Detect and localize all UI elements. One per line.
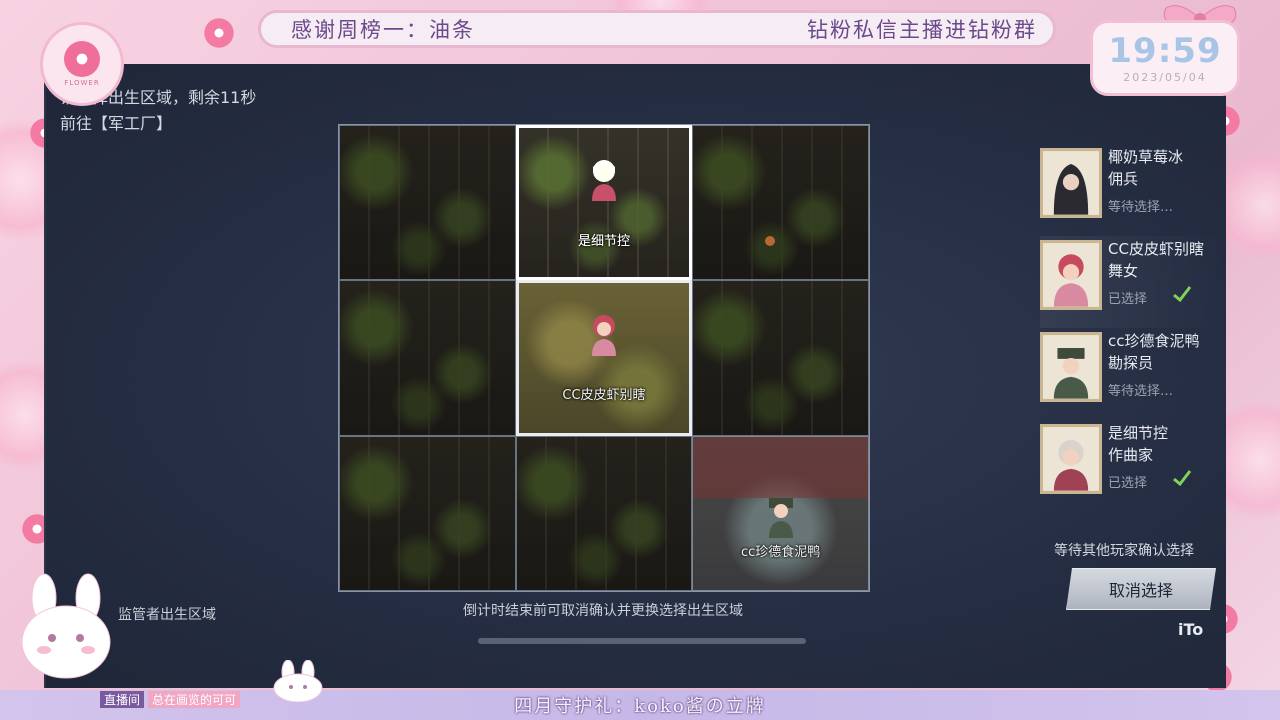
top-banner: 感谢周榜一：油条 钻粉私信主播进钻粉群	[258, 10, 1056, 48]
live-tag-room: 直播间	[100, 690, 145, 708]
destination-text: 前往【军工厂】	[60, 114, 173, 133]
dancer-portrait-icon	[1040, 240, 1102, 310]
player-role: 佣兵	[1108, 170, 1139, 188]
player-card: 是细节控 作曲家 已选择	[1040, 420, 1226, 512]
banner-thanks-text: 感谢周榜一：油条	[291, 18, 475, 42]
survivor-avatar-icon	[591, 315, 616, 357]
map-cell[interactable]	[339, 280, 516, 436]
clock-date: 2023/05/04	[1123, 71, 1207, 84]
waiting-confirm-text: 等待其他玩家确认选择	[1054, 543, 1194, 559]
spawn-map-grid: 是细节控 CC皮皮虾别瞎 cc珍德食泥鸭	[338, 124, 870, 592]
cell-player-label: 是细节控	[577, 234, 630, 250]
map-cell[interactable]	[692, 125, 869, 281]
flower-icon	[202, 16, 236, 50]
map-cell[interactable]	[692, 280, 869, 436]
player-name: 椰奶草莓冰	[1108, 148, 1184, 166]
live-tag: 直播间 总在画览的可可	[100, 690, 241, 708]
map-cell[interactable]	[339, 125, 516, 281]
game-screen: 请选择出生区域，剩余11秒 前往【军工厂】 是细节控 CC皮皮虾别瞎 cc珍德食…	[44, 64, 1226, 688]
player-status: 已选择	[1108, 292, 1148, 307]
player-name: cc珍德食泥鸭	[1108, 332, 1200, 350]
player-name: 是细节控	[1108, 424, 1169, 442]
survivor-avatar-icon	[768, 498, 793, 539]
bunny-mascot-icon	[21, 573, 111, 679]
flower-icon	[64, 41, 100, 77]
banner-fans-text: 钻粉私信主播进钻粉群	[807, 18, 1037, 42]
player-status: 等待选择…	[1108, 200, 1174, 215]
player-card: 椰奶草莓冰 佣兵 等待选择…	[1040, 144, 1226, 236]
countdown-hint: 倒计时结束前可取消确认并更换选择出生区域	[463, 603, 743, 619]
map-cell-selected[interactable]: 是细节控	[515, 125, 693, 281]
cell-player-label: cc珍德食泥鸭	[741, 544, 821, 560]
check-icon	[1173, 470, 1192, 487]
logo-text: FLOWER	[64, 79, 100, 87]
mercenary-portrait-icon	[1040, 148, 1102, 218]
clock-time: 19:59	[1108, 31, 1222, 71]
survivor-avatar-icon	[591, 159, 616, 201]
map-cell[interactable]	[339, 435, 516, 591]
hunter-spawn-label: 监管者出生区域	[118, 607, 216, 623]
flame-icon	[765, 236, 776, 246]
player-role: 作曲家	[1108, 446, 1154, 464]
flower-logo: FLOWER	[40, 22, 124, 106]
map-cell[interactable]	[515, 435, 693, 591]
player-card: cc珍德食泥鸭 勘探员 等待选择…	[1040, 328, 1226, 420]
player-card: CC皮皮虾别瞎 舞女 已选择	[1040, 236, 1226, 328]
player-status: 已选择	[1108, 476, 1148, 491]
prospector-portrait-icon	[1040, 332, 1102, 402]
check-icon	[1173, 286, 1192, 303]
player-list: 椰奶草莓冰 佣兵 等待选择… CC皮皮虾别瞎 舞女 已选择 cc珍德食泥鸭 勘探…	[1040, 144, 1226, 512]
map-cell-hunter-zone[interactable]: cc珍德食泥鸭	[692, 435, 869, 591]
scroll-bar[interactable]	[478, 638, 806, 644]
player-role: 勘探员	[1108, 354, 1154, 372]
clock-widget: 19:59 2023/05/04	[1090, 20, 1240, 96]
map-cell-selected[interactable]: CC皮皮虾别瞎	[515, 280, 693, 436]
cell-player-label: CC皮皮虾别瞎	[562, 387, 646, 403]
player-name: CC皮皮虾别瞎	[1108, 240, 1204, 258]
bunny-mascot-icon	[273, 660, 323, 702]
live-tag-name: 总在画览的可可	[148, 690, 241, 708]
cancel-selection-button[interactable]: 取消选择	[1066, 568, 1216, 610]
player-status: 等待选择…	[1108, 384, 1174, 399]
composer-portrait-icon	[1040, 424, 1102, 494]
player-role: 舞女	[1108, 262, 1139, 280]
brand-text: iTo	[1178, 620, 1204, 639]
